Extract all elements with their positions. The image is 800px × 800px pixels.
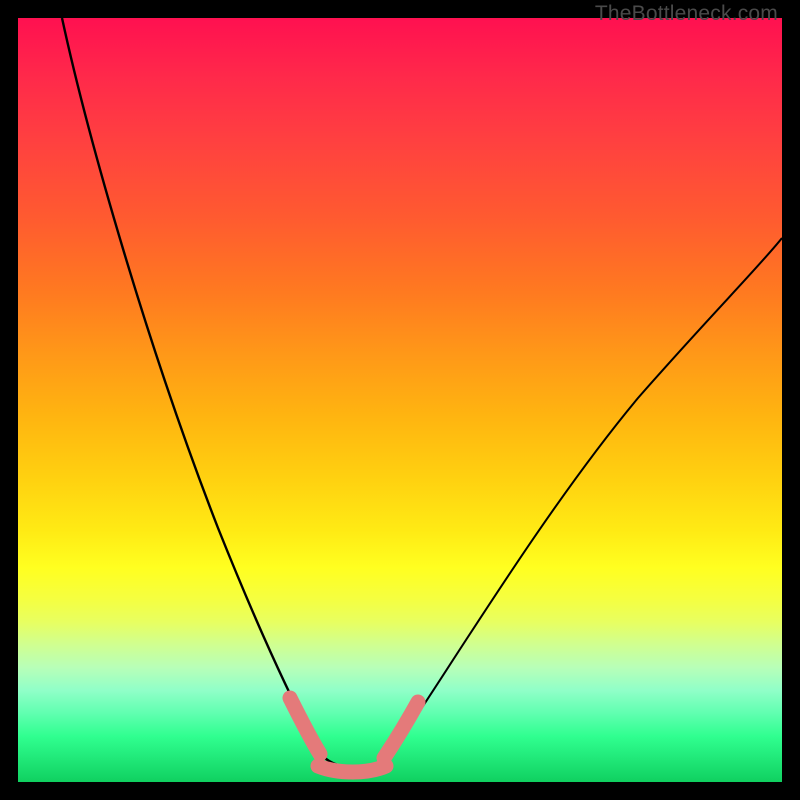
curve-right-branch bbox=[388, 238, 782, 758]
marker-bottom bbox=[318, 766, 386, 772]
chart-svg bbox=[18, 18, 782, 782]
marker-left-descent bbox=[290, 698, 320, 754]
watermark-text: TheBottleneck.com bbox=[595, 2, 778, 26]
chart-frame bbox=[18, 18, 782, 782]
curve-left-branch bbox=[62, 18, 320, 753]
marker-right-ascent bbox=[384, 702, 418, 758]
